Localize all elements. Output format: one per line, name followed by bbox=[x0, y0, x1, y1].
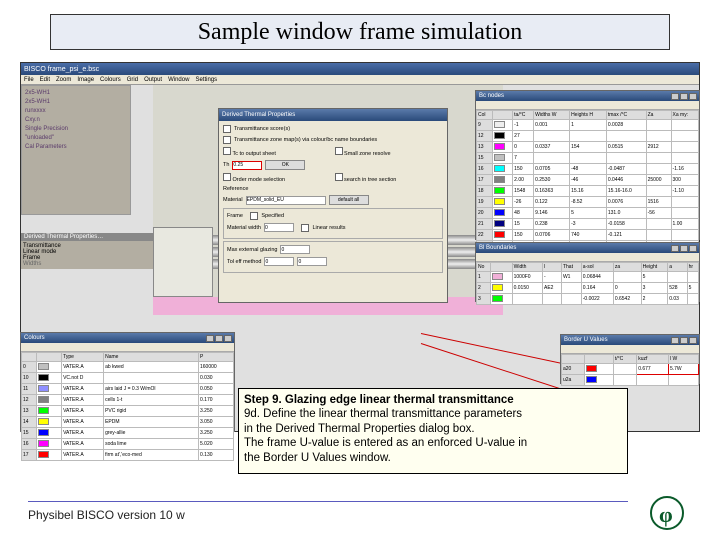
dialog-titlebar: Derived Thermal Properties bbox=[219, 109, 447, 121]
page-title: Sample window frame simulation bbox=[198, 19, 523, 46]
checkbox[interactable] bbox=[223, 136, 231, 144]
window-buttons[interactable] bbox=[206, 335, 232, 342]
app-titlebar: BISCO frame_psi_e.bsc bbox=[21, 63, 699, 75]
input-width[interactable] bbox=[264, 223, 294, 232]
buvalues-table[interactable]: t/°C kuzf l W a200.6775.7Wu2a bbox=[561, 354, 699, 386]
input-u2[interactable] bbox=[264, 257, 294, 266]
colours-table[interactable]: Type Name P 0VATER.Aab kwed16000010VC.no… bbox=[21, 352, 234, 461]
checkbox[interactable] bbox=[223, 125, 231, 133]
window-buttons[interactable] bbox=[671, 337, 697, 344]
group-frame: Frame Specified Material width Linear re… bbox=[223, 208, 443, 239]
ok-button[interactable]: OK bbox=[265, 160, 305, 170]
bcnodes-table[interactable]: Col ta/°C Widths W Heights H tmax /°C Za… bbox=[476, 110, 699, 252]
dtp-section: Derived Thermal Properties… Transmittanc… bbox=[21, 233, 153, 303]
dialog-derived-thermal-properties: Derived Thermal Properties Transmittance… bbox=[218, 108, 448, 303]
title-banner: Sample window frame simulation bbox=[50, 14, 670, 50]
window-buttons[interactable] bbox=[671, 245, 697, 252]
window-colours: Colours Type Name P 0VATER.Aab kwed16000… bbox=[20, 332, 235, 432]
menu-window[interactable]: Window bbox=[168, 77, 189, 83]
menu-file[interactable]: File bbox=[24, 77, 34, 83]
menu-zoom[interactable]: Zoom bbox=[56, 77, 71, 83]
menu-colours[interactable]: Colours bbox=[100, 77, 121, 83]
window-border-u-values: Border U Values t/°C kuzf l W a200.6775.… bbox=[560, 334, 700, 384]
physibel-logo: φ bbox=[650, 496, 684, 530]
footer-text: Physibel BISCO version 10 w bbox=[28, 508, 185, 522]
group-glazing: Max external glazing Tol eff method bbox=[223, 241, 443, 273]
checkbox[interactable] bbox=[223, 173, 231, 181]
checkbox[interactable] bbox=[335, 173, 343, 181]
window-boundaries: Bl Boundaries No Width l That a-sol za H… bbox=[475, 242, 700, 302]
input-threshold[interactable] bbox=[232, 161, 262, 170]
input-dvlane[interactable] bbox=[297, 257, 327, 266]
window-buttons[interactable] bbox=[671, 93, 697, 100]
sidebar-panel: 2x5-WH1 2x5-WH1 runxxxx Cxy.n Single Pre… bbox=[21, 85, 131, 215]
dtp-section-header[interactable]: Derived Thermal Properties… bbox=[21, 233, 153, 241]
boundaries-table[interactable]: No Width l That a-sol za Height a hr 110… bbox=[476, 262, 699, 305]
footer-divider bbox=[28, 501, 628, 502]
checkbox[interactable] bbox=[301, 224, 309, 232]
menubar: File Edit Zoom Image Colours Grid Output… bbox=[21, 75, 699, 85]
menu-grid[interactable]: Grid bbox=[127, 77, 138, 83]
step-title: Step 9. Glazing edge linear thermal tran… bbox=[244, 394, 514, 406]
menu-settings[interactable]: Settings bbox=[195, 77, 217, 83]
step-instruction-box: Step 9. Glazing edge linear thermal tran… bbox=[238, 388, 628, 474]
window-bc-nodes: Bc nodes Col ta/°C Widths W Heights H tm… bbox=[475, 90, 700, 240]
checkbox[interactable] bbox=[335, 147, 343, 155]
menu-edit[interactable]: Edit bbox=[40, 77, 50, 83]
menu-output[interactable]: Output bbox=[144, 77, 162, 83]
checkbox[interactable] bbox=[223, 147, 231, 155]
input-u1[interactable] bbox=[280, 245, 310, 254]
checkbox[interactable] bbox=[250, 212, 258, 220]
input-material[interactable] bbox=[246, 196, 326, 205]
menu-image[interactable]: Image bbox=[77, 77, 94, 83]
default-button[interactable]: default all bbox=[329, 195, 369, 205]
